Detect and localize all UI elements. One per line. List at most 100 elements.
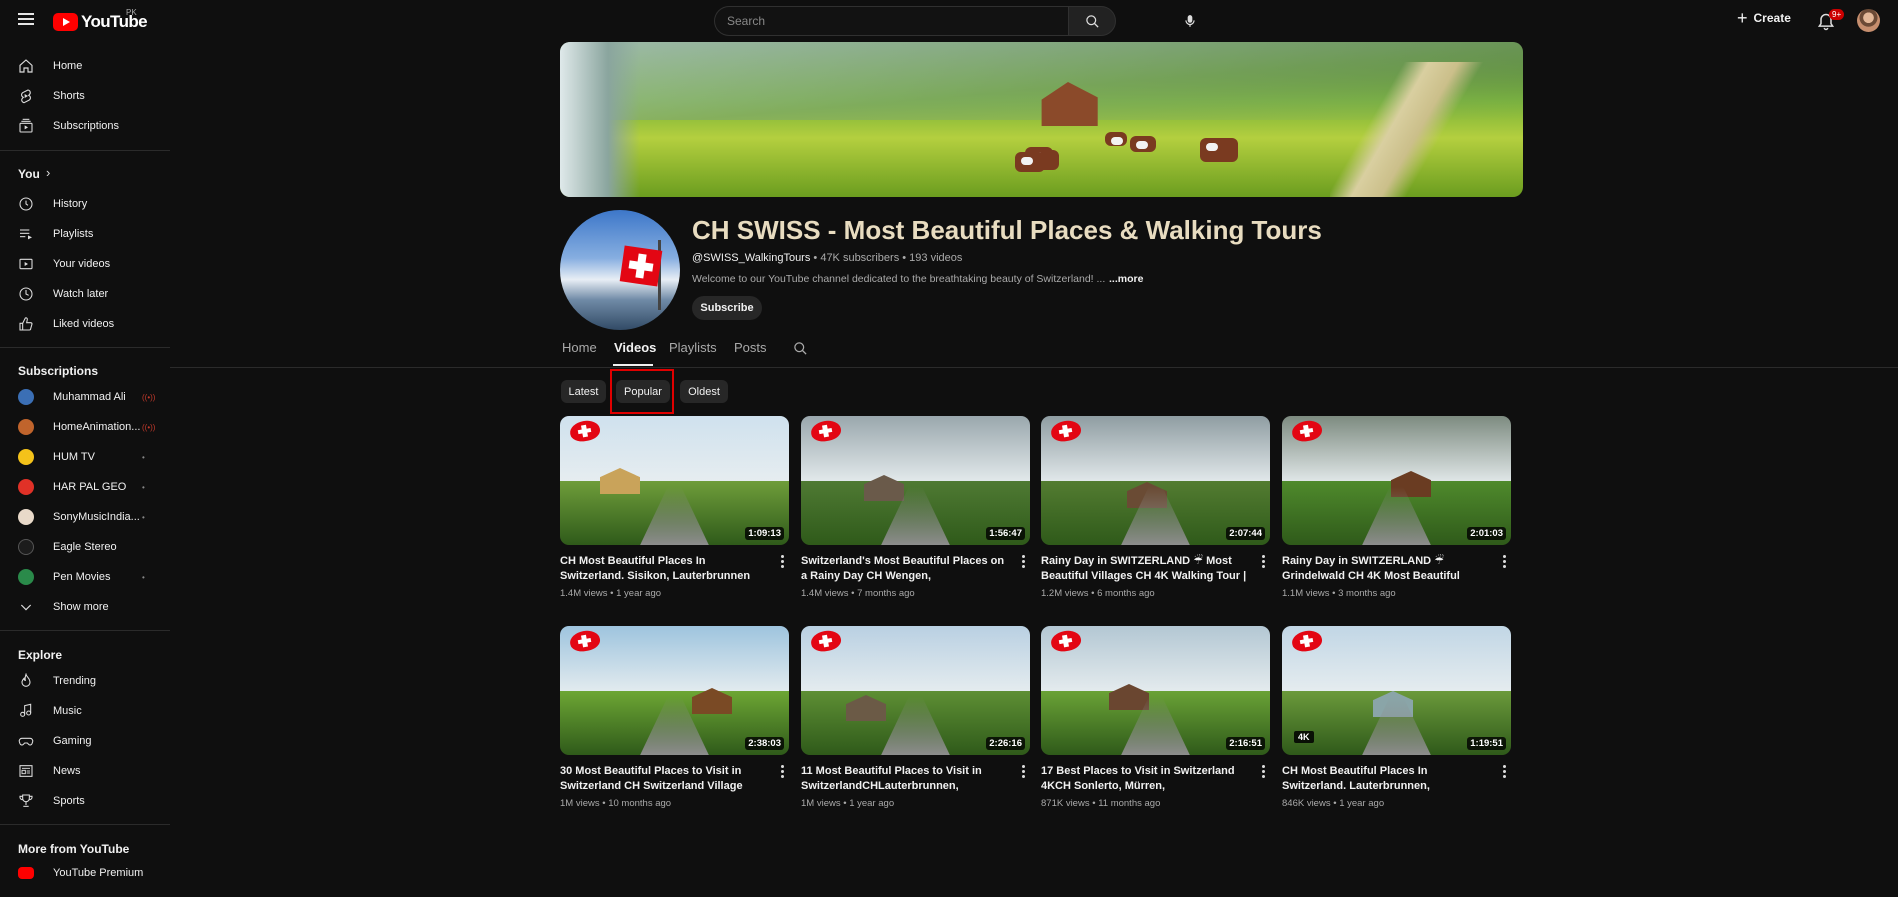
- video-thumbnail[interactable]: 2:38:03: [560, 626, 789, 755]
- upload-age: 6 months ago: [1097, 588, 1155, 599]
- video-title[interactable]: 17 Best Places to Visit in Switzerland 4…: [1041, 764, 1251, 794]
- more-actions-icon[interactable]: [779, 555, 785, 571]
- tab-home[interactable]: Home: [562, 340, 597, 355]
- view-count: 1.4M views: [801, 588, 849, 599]
- channel-stats: • 47K subscribers • 193 videos: [810, 252, 963, 264]
- video-thumbnail[interactable]: 1:09:13: [560, 416, 789, 545]
- channel-title: CH SWISS - Most Beautiful Places & Walki…: [692, 215, 1322, 245]
- video-meta: 1.2M views • 6 months ago: [1041, 588, 1155, 599]
- create-button[interactable]: + Create: [1737, 9, 1791, 27]
- account-avatar[interactable]: [1857, 9, 1880, 32]
- more-actions-icon[interactable]: [1020, 555, 1026, 571]
- sidebar-item-liked-videos[interactable]: Liked videos: [0, 309, 170, 339]
- sidebar-sub-eagle-stereo[interactable]: Eagle Stereo: [0, 532, 170, 562]
- notification-badge: 9+: [1829, 9, 1845, 20]
- video-duration: 1:19:51: [1467, 737, 1506, 750]
- video-duration: 2:07:44: [1226, 527, 1265, 540]
- video-title[interactable]: Rainy Day in SWITZERLAND ☔ Grindelwald C…: [1282, 554, 1492, 584]
- sidebar-you-heading[interactable]: You ›: [0, 159, 170, 189]
- sidebar-item-subscriptions[interactable]: Subscriptions: [0, 111, 170, 141]
- channel-avatar: [18, 419, 34, 435]
- sidebar-item-shorts[interactable]: Shorts: [0, 81, 170, 111]
- subscriptions-icon: [19, 118, 33, 133]
- sidebar-item-watch-later[interactable]: Watch later: [0, 279, 170, 309]
- sidebar-item-history[interactable]: History: [0, 189, 170, 219]
- sidebar-sub-hum-tv[interactable]: HUM TV •: [0, 442, 170, 472]
- youtube-play-icon: [53, 13, 78, 31]
- description-more-link[interactable]: ...more: [1109, 273, 1143, 285]
- video-meta: 846K views • 1 year ago: [1282, 798, 1385, 809]
- video-title[interactable]: Rainy Day in SWITZERLAND ☔ Most Beautifu…: [1041, 554, 1251, 584]
- more-actions-icon[interactable]: [1260, 555, 1266, 571]
- sidebar-sub-har-pal-geo[interactable]: HAR PAL GEO •: [0, 472, 170, 502]
- sidebar-item-playlists[interactable]: Playlists: [0, 219, 170, 249]
- active-tab-underline: [613, 364, 653, 366]
- video-title[interactable]: CH Most Beautiful Places In Switzerland.…: [1282, 764, 1492, 794]
- youtube-premium-icon: [18, 867, 34, 879]
- channel-meta: @SWISS_WalkingTours • 47K subscribers • …: [692, 252, 962, 264]
- video-meta: 1M views • 10 months ago: [560, 798, 672, 809]
- video-meta: 871K views • 11 months ago: [1041, 798, 1161, 809]
- video-thumbnail[interactable]: 2:01:03: [1282, 416, 1511, 545]
- tab-videos[interactable]: Videos: [614, 340, 656, 355]
- video-title[interactable]: 11 Most Beautiful Places to Visit in Swi…: [801, 764, 1011, 794]
- more-actions-icon[interactable]: [779, 765, 785, 781]
- sidebar-divider: [0, 630, 170, 631]
- video-duration: 2:16:51: [1226, 737, 1265, 750]
- more-actions-icon[interactable]: [1501, 765, 1507, 781]
- video-title[interactable]: Switzerland's Most Beautiful Places on a…: [801, 554, 1011, 584]
- sidebar-sub-homeanimation[interactable]: HomeAnimation... ((•)): [0, 412, 170, 442]
- upload-age: 1 year ago: [849, 798, 895, 809]
- more-actions-icon[interactable]: [1020, 765, 1026, 781]
- sidebar-item-youtube-premium[interactable]: YouTube Premium: [0, 858, 170, 888]
- voice-search-button[interactable]: [1178, 9, 1202, 33]
- chip-oldest[interactable]: Oldest: [680, 380, 728, 403]
- video-thumbnail[interactable]: 2:16:51: [1041, 626, 1270, 755]
- search-input[interactable]: [714, 6, 1068, 36]
- sidebar-item-sports[interactable]: Sports: [0, 786, 170, 816]
- view-count: 1.1M views: [1282, 588, 1330, 599]
- tabs-divider: [170, 367, 1898, 368]
- video-thumbnail[interactable]: 2:07:44: [1041, 416, 1270, 545]
- playlists-icon: [20, 229, 32, 240]
- upload-age: 11 months ago: [1098, 798, 1161, 809]
- sidebar-item-your-videos[interactable]: Your videos: [0, 249, 170, 279]
- channel-search-icon[interactable]: [793, 341, 808, 356]
- sidebar-item-gaming[interactable]: Gaming: [0, 726, 170, 756]
- chip-latest[interactable]: Latest: [561, 380, 606, 403]
- tab-playlists[interactable]: Playlists: [669, 340, 717, 355]
- view-count: 1M views: [560, 798, 600, 809]
- sidebar-sub-pen-movies[interactable]: Pen Movies •: [0, 562, 170, 592]
- channel-avatar[interactable]: [560, 210, 680, 330]
- video-thumbnail[interactable]: 4K 1:19:51: [1282, 626, 1511, 755]
- video-title[interactable]: 30 Most Beautiful Places to Visit in Swi…: [560, 764, 770, 794]
- video-duration: 2:26:16: [986, 737, 1025, 750]
- new-content-dot: •: [142, 452, 145, 462]
- region-code: PK: [126, 8, 137, 17]
- video-title[interactable]: CH Most Beautiful Places In Switzerland.…: [560, 554, 770, 584]
- sidebar-sub-muhammad-ali[interactable]: Muhammad Ali ((•)): [0, 382, 170, 412]
- sports-icon: [19, 794, 33, 807]
- channel-description[interactable]: Welcome to our YouTube channel dedicated…: [692, 273, 1105, 285]
- menu-icon[interactable]: [18, 13, 34, 25]
- sidebar-sub-sonymusicindia[interactable]: SonyMusicIndia... •: [0, 502, 170, 532]
- more-actions-icon[interactable]: [1501, 555, 1507, 571]
- search-button[interactable]: [1068, 6, 1116, 36]
- video-meta: 1.4M views • 7 months ago: [801, 588, 915, 599]
- video-thumbnail[interactable]: 1:56:47: [801, 416, 1030, 545]
- sidebar-divider: [0, 824, 170, 825]
- shorts-icon: [21, 89, 31, 104]
- news-icon: [19, 765, 33, 777]
- tab-posts[interactable]: Posts: [734, 340, 767, 355]
- sidebar-item-music[interactable]: Music: [0, 696, 170, 726]
- more-actions-icon[interactable]: [1260, 765, 1266, 781]
- view-count: 871K views: [1041, 798, 1090, 809]
- sidebar-item-news[interactable]: News: [0, 756, 170, 786]
- sidebar-item-home[interactable]: Home: [0, 51, 170, 81]
- watch-later-icon: [19, 287, 33, 301]
- sidebar-item-trending[interactable]: Trending: [0, 666, 170, 696]
- chevron-down-icon: [20, 604, 32, 611]
- sidebar-show-more[interactable]: Show more: [0, 592, 170, 622]
- subscribe-button[interactable]: Subscribe: [692, 296, 762, 320]
- video-thumbnail[interactable]: 2:26:16: [801, 626, 1030, 755]
